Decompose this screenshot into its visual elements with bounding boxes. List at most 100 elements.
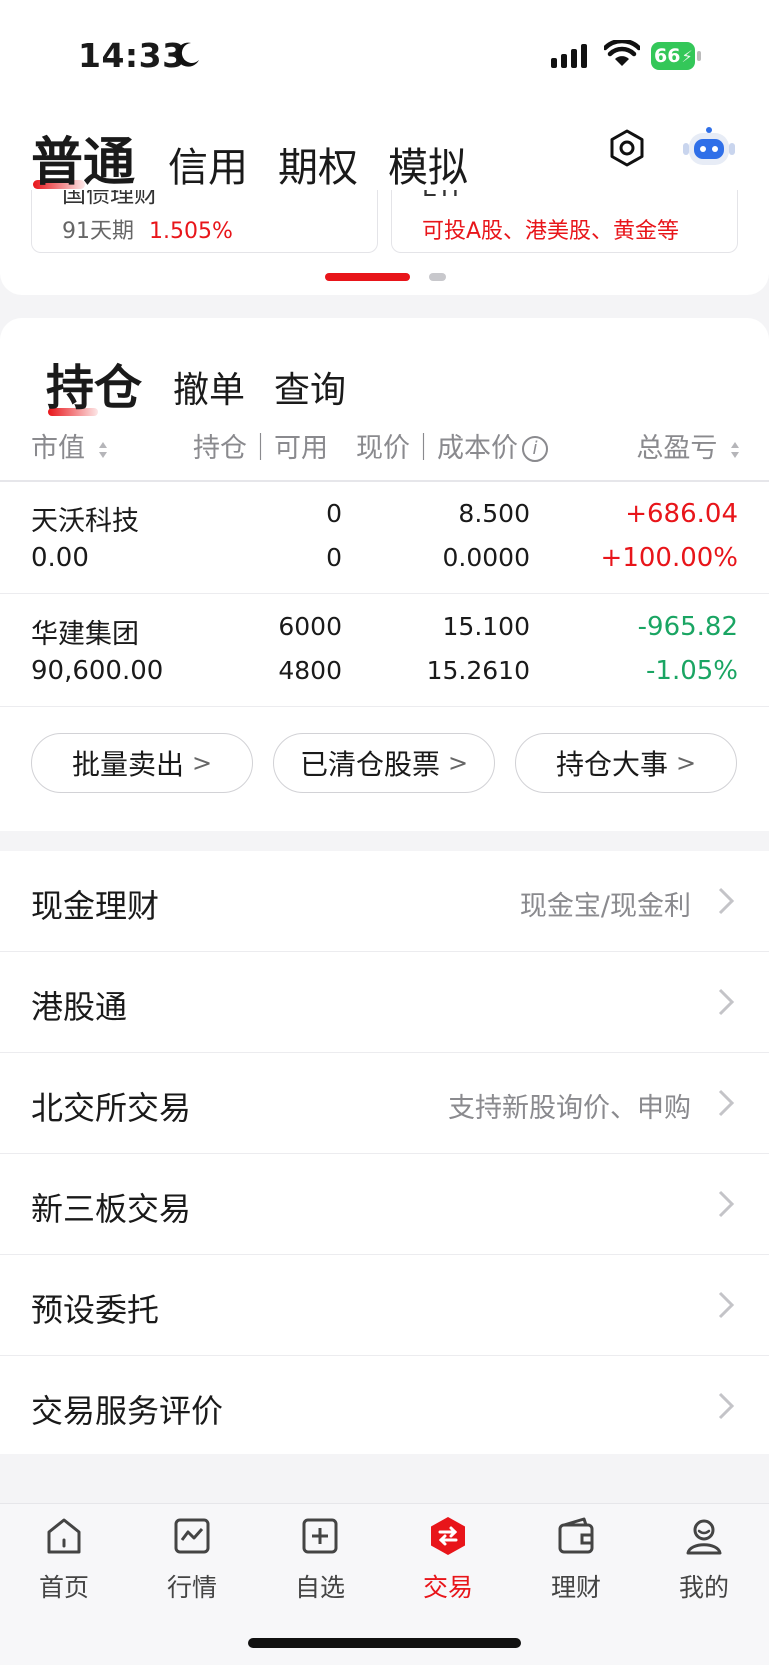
market-value: 90,600.00 (31, 656, 164, 686)
tab-profile-label: 我的 (678, 1573, 729, 1602)
holding-row[interactable]: 天沃科技 0.00 0 0 8.500 0.0000 +686.04 +100.… (0, 481, 769, 593)
service-label: 交易服务评价 (31, 1392, 224, 1430)
cost-price: 15.2610 (426, 656, 530, 685)
tab-simulated[interactable]: 模拟 (388, 135, 468, 193)
service-item-bse-trading[interactable]: 北交所交易 支持新股询价、申购 (0, 1053, 769, 1154)
holding-events-button[interactable]: 持仓大事 > (515, 733, 737, 793)
tab-cancel-label: 撤单 (173, 370, 246, 411)
tab-credit-label: 信用 (168, 145, 248, 191)
service-label: 预设委托 (31, 1291, 160, 1329)
stock-name: 天沃科技 (31, 506, 139, 537)
sort-icon (98, 441, 107, 458)
promo-carousel[interactable]: 国债理财 91天期 1.505% ETF 可投A股、港美股、黄金等 (0, 190, 769, 295)
chevron-right-icon (718, 887, 735, 915)
tab-wealth-label: 理财 (550, 1573, 601, 1602)
home-indicator[interactable] (248, 1638, 521, 1648)
batch-sell-button[interactable]: 批量卖出 > (31, 733, 253, 793)
profile-icon (686, 1519, 722, 1555)
tab-options[interactable]: 期权 (278, 135, 358, 193)
promo-term: 91天期 (62, 219, 134, 244)
available-qty: 0 (326, 543, 342, 572)
promo-card-etf[interactable]: ETF 可投A股、港美股、黄金等 (391, 190, 738, 253)
tab-simulated-label: 模拟 (388, 145, 468, 191)
service-item-rating[interactable]: 交易服务评价 (0, 1356, 769, 1457)
pnl-ratio: +100.00% (600, 543, 738, 573)
tab-positions[interactable]: 持仓 (46, 348, 142, 418)
tab-query[interactable]: 查询 (274, 361, 346, 413)
tab-watchlist-label: 自选 (294, 1573, 345, 1602)
chevron-right-icon (718, 1089, 735, 1117)
chevron-right-icon: > (447, 749, 469, 777)
current-price: 15.100 (442, 612, 530, 641)
divider (0, 706, 769, 707)
total-pnl: -965.82 (637, 612, 738, 642)
holding-row[interactable]: 华建集团 90,600.00 6000 4800 15.100 15.2610 … (0, 594, 769, 706)
service-list: 现金理财 现金宝/现金利 港股通 北交所交易 支持新股询价、申购 新三板交易 预… (0, 851, 769, 1454)
service-item-cash-management[interactable]: 现金理财 现金宝/现金利 (0, 851, 769, 952)
chevron-right-icon (718, 1392, 735, 1420)
tab-options-label: 期权 (278, 145, 358, 191)
service-item-preset-order[interactable]: 预设委托 (0, 1255, 769, 1356)
battery-level: 66 (654, 45, 681, 67)
tab-credit[interactable]: 信用 (168, 135, 248, 193)
cleared-stocks-label: 已清仓股票 (299, 748, 440, 781)
settings-icon[interactable] (607, 128, 647, 168)
column-market-value[interactable]: 市值 (31, 426, 108, 465)
wallet-icon (558, 1517, 594, 1554)
tab-watchlist[interactable]: 自选 (270, 1516, 370, 1604)
moon-icon (176, 42, 199, 67)
tab-normal[interactable]: 普通 (31, 120, 135, 195)
service-label: 现金理财 (31, 887, 160, 925)
tab-profile[interactable]: 我的 (654, 1516, 754, 1604)
sort-icon (731, 441, 739, 458)
service-item-neeq-trading[interactable]: 新三板交易 (0, 1154, 769, 1255)
total-pnl: +686.04 (625, 499, 738, 529)
position-qty: 0 (326, 499, 342, 528)
column-price-cost-label: 现价｜成本价 (356, 433, 518, 464)
chevron-right-icon (718, 1291, 735, 1319)
service-label: 新三板交易 (31, 1190, 192, 1228)
tab-home[interactable]: 首页 (14, 1516, 114, 1604)
promo-card-title: 国债理财 (62, 190, 158, 208)
tab-trade-label: 交易 (422, 1573, 473, 1602)
column-price-cost: 现价｜成本价 i (356, 426, 548, 465)
batch-sell-label: 批量卖出 (71, 748, 184, 781)
tab-home-label: 首页 (38, 1573, 89, 1602)
cost-price: 0.0000 (442, 543, 530, 572)
column-total-pnl[interactable]: 总盈亏 (636, 426, 740, 465)
tab-trade[interactable]: 交易 (398, 1516, 498, 1604)
battery-icon: 66 ⚡ (651, 42, 703, 70)
pnl-ratio: -1.05% (646, 656, 738, 686)
signal-icon (551, 44, 587, 68)
promo-card-bond[interactable]: 国债理财 91天期 1.505% (31, 190, 378, 253)
column-position-available-label: 持仓｜可用 (193, 433, 328, 464)
service-subtitle: 现金宝/现金利 (519, 891, 691, 922)
cleared-stocks-button[interactable]: 已清仓股票 > (273, 733, 495, 793)
robot-icon[interactable] (683, 125, 735, 173)
market-value: 0.00 (31, 543, 89, 573)
status-time: 14:33 (78, 36, 186, 75)
tab-wealth[interactable]: 理财 (526, 1516, 626, 1604)
chevron-right-icon: > (191, 749, 213, 777)
tab-cancel-orders[interactable]: 撤单 (173, 361, 245, 413)
column-position-available: 持仓｜可用 (193, 426, 328, 465)
position-qty: 6000 (278, 612, 342, 641)
service-item-hk-connect[interactable]: 港股通 (0, 952, 769, 1053)
tab-market-label: 行情 (166, 1573, 217, 1602)
service-label: 港股通 (31, 988, 128, 1026)
service-subtitle: 支持新股询价、申购 (448, 1093, 691, 1124)
trade-icon (431, 1517, 465, 1555)
service-label: 北交所交易 (31, 1089, 192, 1127)
tab-market[interactable]: 行情 (142, 1516, 242, 1604)
promo-rate: 1.505% (149, 219, 233, 244)
info-icon[interactable]: i (522, 436, 548, 462)
chevron-right-icon (718, 1190, 735, 1218)
pager-dot (429, 273, 446, 281)
available-qty: 4800 (278, 656, 342, 685)
home-icon (47, 1518, 81, 1554)
current-price: 8.500 (458, 499, 530, 528)
column-market-value-label: 市值 (31, 433, 85, 464)
tab-normal-label: 普通 (31, 133, 136, 193)
chevron-right-icon (718, 988, 735, 1016)
column-total-pnl-label: 总盈亏 (636, 433, 718, 464)
